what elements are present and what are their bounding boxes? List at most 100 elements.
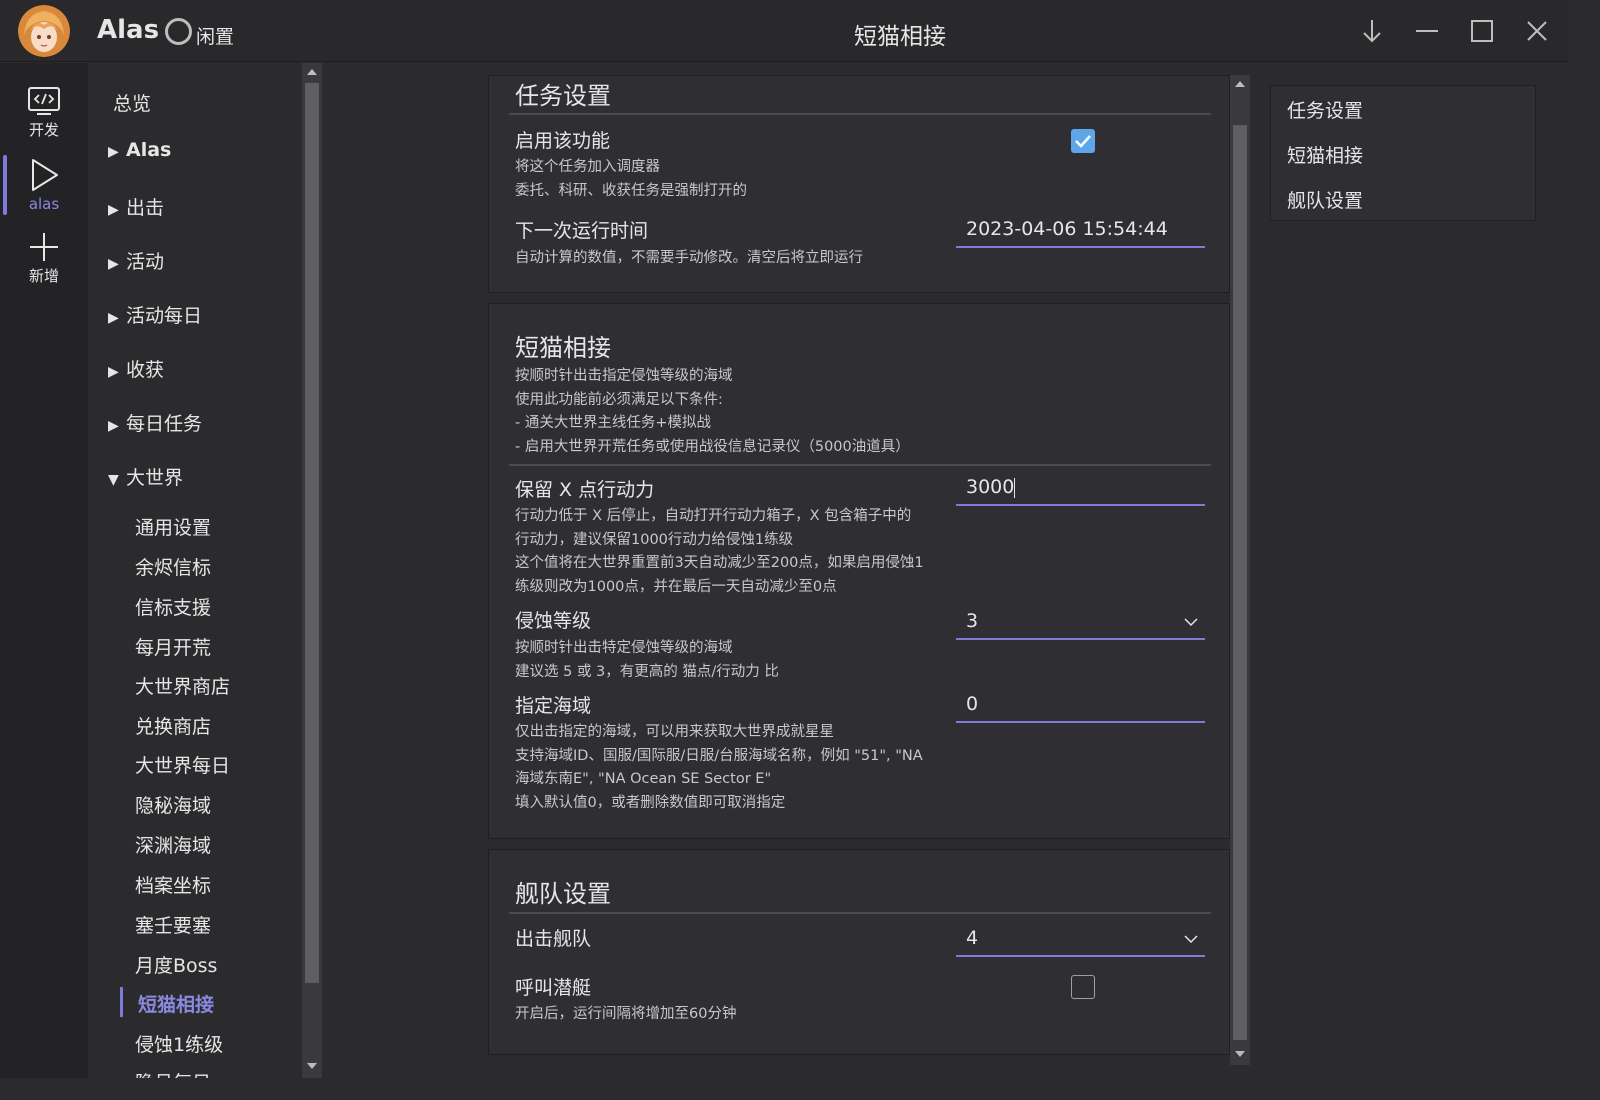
nav-sub-item[interactable]: 档案坐标 xyxy=(135,871,211,898)
card-fleet: 舰队设置 出击舰队 4 呼叫潜艇 开启后，运行间隔将增加至60分钟 xyxy=(488,849,1230,1055)
status-idle-icon xyxy=(165,18,192,45)
card-title: 任务设置 xyxy=(515,82,611,110)
scroll-up-icon[interactable] xyxy=(307,69,317,75)
content-scroll-thumb[interactable] xyxy=(1233,125,1247,1040)
check-icon xyxy=(1075,135,1091,148)
minimize-icon xyxy=(1416,30,1438,32)
fleet-label: 出击舰队 xyxy=(515,928,592,950)
title-bar: Alas 闲置 短猫相接 xyxy=(0,0,1568,62)
caret-right-icon: ▶ xyxy=(108,418,119,434)
nav-sub-item[interactable]: 兑换商店 xyxy=(135,712,211,739)
hazard-label: 侵蚀等级 xyxy=(515,610,592,632)
nav-sub-item[interactable]: 隐秘海域 xyxy=(135,791,211,818)
next-run-help: 自动计算的数值，不需要手动修改。清空后将立即运行 xyxy=(515,250,863,266)
short-cat-desc: 按顺时针出击指定侵蚀等级的海域 使用此功能前必须满足以下条件: - 通关大世界主… xyxy=(515,368,910,455)
text-caret xyxy=(1014,477,1016,498)
scroll-up-icon[interactable] xyxy=(1235,81,1245,87)
rail-item-dev[interactable]: 开发 xyxy=(0,85,88,153)
chevron-down-icon xyxy=(1184,935,1198,944)
nav-sub-item[interactable]: 信标支援 xyxy=(135,593,211,620)
nav-active-indicator xyxy=(120,987,123,1017)
nav-tree: 总览 ▶ Alas ▶ 出击 ▶ 活动 ▶ 活动每日 ▶ 收获 ▶ 每日任务 ▼ 大世界 通用… xyxy=(88,63,302,1078)
hazard-select[interactable]: 3 xyxy=(956,604,1205,640)
outline-item-short-cat[interactable]: 短猫相接 xyxy=(1287,141,1363,168)
maximize-icon xyxy=(1471,20,1493,42)
nav-sub-item[interactable]: 大世界每日 xyxy=(135,751,230,778)
section-outline: 任务设置 短猫相接 舰队设置 xyxy=(1270,85,1536,221)
nav-scrollbar[interactable] xyxy=(302,63,322,1078)
update-download-button[interactable] xyxy=(1357,16,1387,46)
icon-rail: 开发 alas 新增 xyxy=(0,63,88,1078)
rail-label-add: 新增 xyxy=(28,267,59,285)
divider xyxy=(509,912,1211,914)
enable-help: 将这个任务加入调度器 委托、科研、收获任务是强制打开的 xyxy=(515,159,747,199)
keep-ap-input[interactable]: 3000 xyxy=(956,470,1205,506)
app-title: Alas xyxy=(97,15,160,45)
caret-right-icon: ▶ xyxy=(108,364,119,380)
caret-right-icon: ▶ xyxy=(108,202,119,218)
zone-input[interactable]: 0 xyxy=(956,687,1205,723)
nav-group-event[interactable]: ▶ 活动 xyxy=(108,247,164,274)
status-text: 闲置 xyxy=(196,26,235,48)
nav-sub-item[interactable]: 余烬信标 xyxy=(135,553,211,580)
keep-ap-label: 保留 X 点行动力 xyxy=(515,479,655,501)
maximize-button[interactable] xyxy=(1467,16,1497,46)
close-button[interactable] xyxy=(1522,16,1552,46)
avatar[interactable] xyxy=(18,5,70,57)
zone-label: 指定海域 xyxy=(515,695,592,717)
card-title: 舰队设置 xyxy=(515,880,611,908)
hazard-help: 按顺时针出击特定侵蚀等级的海域 建议选 5 或 3，有更高的 猫点/行动力 比 xyxy=(515,640,779,680)
submarine-help: 开启后，运行间隔将增加至60分钟 xyxy=(515,1006,737,1022)
rail-item-alas[interactable]: alas xyxy=(0,157,88,225)
divider xyxy=(509,464,1211,466)
window-title: 短猫相接 xyxy=(854,24,946,50)
nav-sub-item[interactable]: 侵蚀1练级 xyxy=(135,1030,223,1057)
nav-sub-item[interactable]: 大世界商店 xyxy=(135,672,230,699)
nav-group-sortie[interactable]: ▶ 出击 xyxy=(108,193,164,220)
nav-sub-item[interactable]: 塞壬要塞 xyxy=(135,911,211,938)
outline-item-task-settings[interactable]: 任务设置 xyxy=(1287,96,1363,123)
submarine-label: 呼叫潜艇 xyxy=(515,977,592,999)
nav-scroll-thumb[interactable] xyxy=(305,83,319,983)
content-scrollbar[interactable] xyxy=(1230,75,1250,1065)
enable-label: 启用该功能 xyxy=(515,130,611,152)
nav-sub-item-active[interactable]: 短猫相接 xyxy=(138,990,214,1017)
scroll-down-icon[interactable] xyxy=(307,1063,317,1069)
nav-group-reward[interactable]: ▶ 收获 xyxy=(108,355,164,382)
caret-right-icon: ▶ xyxy=(108,256,119,272)
fleet-select[interactable]: 4 xyxy=(956,921,1205,957)
divider xyxy=(509,113,1211,115)
card-task-settings: 任务设置 启用该功能 将这个任务加入调度器 委托、科研、收获任务是强制打开的 下… xyxy=(488,75,1230,293)
close-icon xyxy=(1527,21,1547,41)
rail-label-dev: 开发 xyxy=(28,121,59,139)
keep-ap-help: 行动力低于 X 后停止，自动打开行动力箱子，X 包含箱子中的 行动力，建议保留1… xyxy=(515,508,924,595)
nav-sub-item[interactable]: 通用设置 xyxy=(135,513,211,540)
settings-panel: 任务设置 启用该功能 将这个任务加入调度器 委托、科研、收获任务是强制打开的 下… xyxy=(322,63,1268,1078)
nav-sub-item[interactable]: 深渊海域 xyxy=(135,831,211,858)
caret-right-icon: ▶ xyxy=(108,144,119,160)
rail-item-add[interactable]: 新增 xyxy=(0,231,88,299)
rail-label-alas: alas xyxy=(28,195,60,213)
nav-group-daily[interactable]: ▶ 每日任务 xyxy=(108,409,202,436)
outline-item-fleet[interactable]: 舰队设置 xyxy=(1287,186,1363,213)
code-window-icon xyxy=(28,87,60,115)
nav-overview[interactable]: 总览 xyxy=(113,89,151,116)
caret-down-icon: ▼ xyxy=(108,472,119,488)
nav-group-opsi[interactable]: ▼ 大世界 xyxy=(108,463,183,490)
nav-sub-item[interactable]: 月度Boss xyxy=(135,951,217,978)
chevron-down-icon xyxy=(1184,618,1198,627)
play-icon xyxy=(32,159,58,191)
enable-checkbox[interactable] xyxy=(1071,129,1095,153)
nav-group-alas[interactable]: ▶ Alas xyxy=(108,139,171,161)
caret-right-icon: ▶ xyxy=(108,310,119,326)
next-run-label: 下一次运行时间 xyxy=(515,220,649,242)
next-run-input[interactable]: 2023-04-06 15:54:44 xyxy=(956,212,1205,248)
scroll-down-icon[interactable] xyxy=(1235,1051,1245,1057)
nav-group-event-daily[interactable]: ▶ 活动每日 xyxy=(108,301,202,328)
submarine-checkbox[interactable] xyxy=(1071,975,1095,999)
plus-icon xyxy=(30,233,58,261)
nav-sub-item[interactable]: 每月开荒 xyxy=(135,633,211,660)
minimize-button[interactable] xyxy=(1412,16,1442,46)
arrow-down-icon xyxy=(1363,20,1381,43)
nav-sub-item[interactable]: 隐月每日 xyxy=(135,1068,211,1078)
